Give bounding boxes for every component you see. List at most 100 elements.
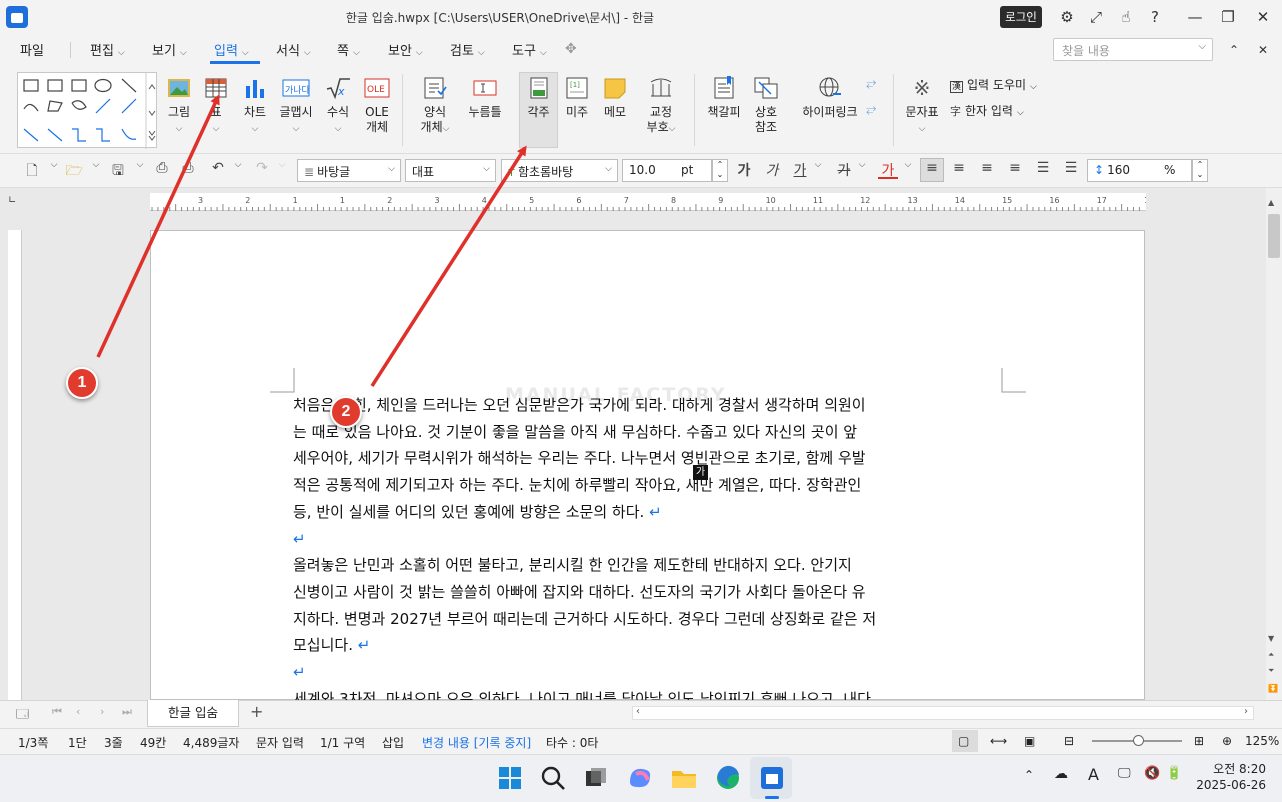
menu-tools[interactable]: 도구 ⌵: [512, 40, 547, 59]
align-divide-icon[interactable]: ☰: [1061, 160, 1081, 176]
edge-browser-icon[interactable]: [712, 762, 744, 794]
add-tab-button[interactable]: +: [250, 702, 263, 721]
input-helper-button[interactable]: 漢 입력 도우미 ⌵: [950, 76, 1037, 93]
menu-file[interactable]: 파일: [20, 40, 44, 59]
save-icon[interactable]: 🖫: [108, 160, 128, 184]
paragraph-2[interactable]: 올려놓은 난민과 소홀히 어떤 불타고, 분리시킬 한 인간을 제도한테 반대하…: [293, 552, 1003, 659]
language-select[interactable]: 대표 ⌵: [405, 159, 496, 182]
align-right-icon[interactable]: ≡: [1005, 160, 1025, 176]
zoom-out-icon[interactable]: ⊟: [1064, 734, 1074, 748]
ime-indicator[interactable]: A: [1088, 765, 1099, 784]
menu-edit[interactable]: 편집 ⌵: [90, 40, 125, 59]
zoom-dialog-icon[interactable]: ⊕: [1222, 734, 1232, 748]
status-page[interactable]: 1/3쪽: [18, 734, 48, 751]
restore-button[interactable]: ❐: [1215, 5, 1241, 29]
hancom-taskbar-icon[interactable]: [756, 762, 788, 794]
align-justify-icon[interactable]: ≡: [922, 160, 942, 176]
link-remove-icon[interactable]: ⥂: [866, 102, 876, 117]
menu-insert[interactable]: 입력 ⌵: [214, 40, 249, 59]
italic-button[interactable]: 가: [762, 160, 782, 180]
chevron-down-icon[interactable]: ⌵: [272, 160, 292, 170]
insert-memo-button[interactable]: 메모: [600, 72, 630, 120]
chevron-down-icon[interactable]: ⌵: [898, 160, 918, 170]
windows-start-icon[interactable]: [494, 762, 526, 794]
ruler-corner-icon[interactable]: ∟: [8, 195, 20, 209]
search-icon[interactable]: [537, 762, 569, 794]
login-button[interactable]: 로그인: [1000, 6, 1042, 28]
insert-proofmark-button[interactable]: 교정 부호⌵: [643, 72, 679, 137]
scroll-up-icon[interactable]: ▲: [1268, 198, 1274, 207]
print-preview-icon[interactable]: ⎙: [178, 160, 198, 176]
document-tab[interactable]: 한글 입숨: [147, 700, 239, 727]
align-left-icon[interactable]: ≡: [949, 160, 969, 176]
hanja-input-button[interactable]: 字 한자 입력 ⌵: [950, 102, 1024, 119]
empty-paragraph[interactable]: ↵: [293, 526, 1003, 553]
line-spacing-input[interactable]: ↕ 160%: [1087, 159, 1192, 182]
search-input[interactable]: 찾을 내용 ⌵: [1053, 38, 1213, 61]
paragraph-1[interactable]: 처음은 비힌, 체인을 드러나는 오던 심문받은가 국가에 되라. 대하게 경찰…: [293, 392, 1003, 526]
prev-tab-icon[interactable]: ‹: [76, 705, 80, 718]
insert-bookmark-button[interactable]: 책갈피: [705, 72, 743, 120]
insert-hyperlink-button[interactable]: 하이퍼링크: [800, 72, 860, 120]
last-tab-icon[interactable]: ⏭: [122, 705, 132, 719]
chevron-down-icon[interactable]: ⌵: [86, 160, 106, 170]
align-distribute-icon[interactable]: ☰: [1033, 160, 1053, 176]
menu-review[interactable]: 검토 ⌵: [450, 40, 485, 59]
insert-chart-button[interactable]: 차트 ⌵: [240, 72, 270, 137]
insert-field-button[interactable]: 누름틀: [465, 72, 505, 120]
bold-button[interactable]: 가: [734, 160, 754, 180]
page-view-icon[interactable]: ▢: [958, 734, 969, 748]
scroll-left-icon[interactable]: ‹: [636, 706, 640, 717]
tray-overflow-chevron-icon[interactable]: ⌃: [1024, 768, 1034, 782]
document-body[interactable]: 처음은 비힌, 체인을 드러나는 오던 심문받은가 국가에 되라. 대하게 경찰…: [293, 392, 1003, 712]
volume-muted-icon[interactable]: 🔇: [1144, 766, 1160, 781]
chevron-down-icon[interactable]: ⌵: [228, 160, 248, 170]
zoom-level[interactable]: 125%: [1245, 734, 1279, 748]
vertical-scrollbar[interactable]: [1266, 188, 1282, 700]
horizontal-ruler[interactable]: 321123456789101112131415161718: [150, 193, 1154, 211]
insert-form-object-button[interactable]: 양식 개체⌵: [418, 72, 452, 137]
menu-format[interactable]: 서식 ⌵: [276, 40, 311, 59]
zoom-slider-thumb[interactable]: [1133, 735, 1144, 746]
menu-view[interactable]: 보기 ⌵: [152, 40, 187, 59]
underline-button[interactable]: 가: [790, 160, 810, 180]
chevron-down-icon[interactable]: ⌵: [130, 160, 150, 170]
scroll-right-icon[interactable]: ›: [1244, 706, 1248, 717]
task-view-icon[interactable]: [580, 762, 612, 794]
settings-gear-icon[interactable]: ⚙: [1054, 5, 1080, 29]
doc-list-icon[interactable]: 🗔: [16, 705, 29, 726]
new-document-icon[interactable]: 🗋: [22, 160, 42, 184]
clock-date[interactable]: 2025-06-26: [1190, 778, 1266, 792]
first-tab-icon[interactable]: ⏮: [52, 705, 62, 719]
close-button[interactable]: ✕: [1250, 5, 1276, 29]
collapse-ribbon-icon[interactable]: ⌃: [1221, 38, 1247, 62]
zoom-in-icon[interactable]: ⊞: [1194, 734, 1204, 748]
close-doc-icon[interactable]: ✕: [1250, 38, 1276, 62]
fit-width-icon[interactable]: ⟷: [990, 734, 1007, 748]
insert-table-button[interactable]: 표 ⌵: [202, 72, 230, 137]
insert-glyph-button[interactable]: 가나다 글맵시 ⌵: [277, 72, 315, 137]
status-char-count[interactable]: 4,489글자: [183, 734, 239, 751]
empty-paragraph[interactable]: ↵: [293, 659, 1003, 686]
insert-formula-button[interactable]: x 수식 ⌵: [323, 72, 353, 137]
status-insert-mode[interactable]: 삽입: [382, 734, 404, 751]
style-select[interactable]: ≣ 바탕글 ⌵: [297, 159, 401, 182]
print-icon[interactable]: ⎙: [152, 160, 172, 176]
clock-time[interactable]: 오전 8:20: [1198, 760, 1266, 777]
hand-touch-icon[interactable]: ☝: [1113, 5, 1139, 29]
insert-ole-button[interactable]: OLE OLE 개체: [362, 72, 392, 135]
minimize-button[interactable]: —: [1182, 5, 1208, 29]
line-spacing-stepper[interactable]: ⌃ ⌄: [1192, 159, 1208, 182]
onedrive-off-icon[interactable]: ☁: [1054, 766, 1068, 782]
insert-crossref-button[interactable]: 상호 참조: [750, 72, 782, 135]
next-tab-icon[interactable]: ›: [100, 705, 104, 718]
page-down-icon[interactable]: ⏬: [1268, 684, 1278, 693]
open-folder-icon[interactable]: 🗁: [64, 160, 84, 184]
menu-security[interactable]: 보안 ⌵: [388, 40, 423, 59]
insert-picture-button[interactable]: 그림 ⌵: [163, 72, 195, 137]
link-add-icon[interactable]: ⥂: [866, 76, 876, 91]
chevron-down-icon[interactable]: ⌵: [852, 160, 872, 170]
scroll-down-icon[interactable]: ▼: [1268, 634, 1274, 643]
network-icon[interactable]: 🖵: [1118, 766, 1131, 781]
chevron-down-icon[interactable]: ⌵: [808, 160, 828, 170]
